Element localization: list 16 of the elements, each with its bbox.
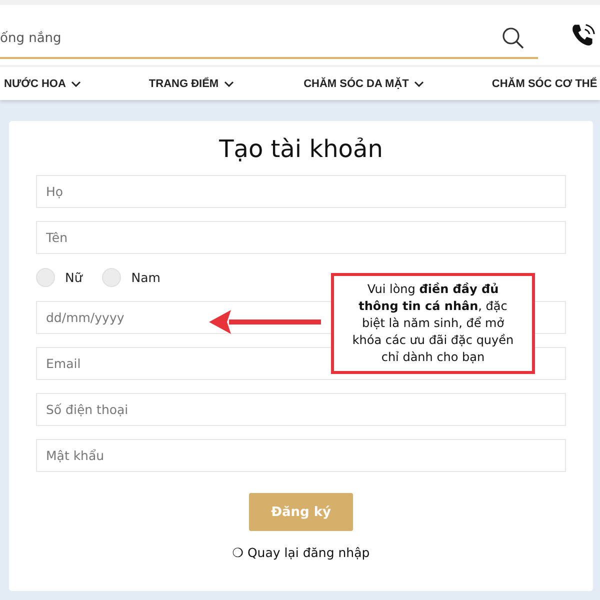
- search-icon[interactable]: [501, 26, 525, 50]
- nav-item[interactable]: NƯỚC HOA: [4, 78, 81, 90]
- gender-radio[interactable]: Nam: [102, 268, 160, 287]
- input-field[interactable]: Họ: [36, 175, 566, 208]
- input-field[interactable]: Số điện thoại: [36, 393, 566, 426]
- nav-item[interactable]: TRANG ĐIỂM: [148, 78, 234, 90]
- phone-icon[interactable]: [570, 22, 596, 48]
- callout-note: Vui lòng điền đầy đủ thông tin cá nhân, đặc biệt là năm sinh, để mở khóa các ưu đãi đặc quyền chỉ dành cho bạn: [331, 273, 535, 374]
- nav-item[interactable]: CHĂM SÓC DA MẶT: [304, 78, 424, 90]
- gender-radio[interactable]: Nữ: [36, 268, 82, 287]
- arrow-icon: [209, 309, 321, 335]
- input-field[interactable]: Mật khẩu: [36, 439, 566, 472]
- input-field[interactable]: Tên: [36, 221, 566, 254]
- form-title: Tạo tài khoản: [219, 135, 383, 163]
- nav-item[interactable]: CHĂM SÓC CƠ THỂ: [492, 78, 598, 90]
- back-to-login-link[interactable]: ❍ Quay lại đăng nhập: [232, 545, 370, 560]
